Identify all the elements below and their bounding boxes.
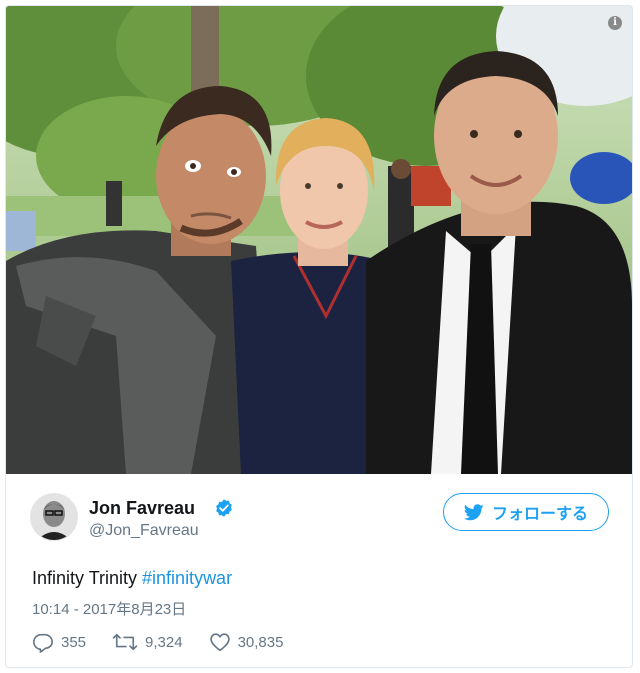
tweet-card: i Jon Favreau @Jon_Favreau フォローする Infini…: [5, 5, 633, 668]
user-handle[interactable]: @Jon_Favreau: [89, 522, 199, 540]
retweet-count: 9,324: [145, 633, 183, 651]
tweet-text: Infinity Trinity #infinitywar: [32, 568, 232, 589]
reply-count: 355: [61, 633, 87, 651]
display-name[interactable]: Jon Favreau: [89, 498, 195, 519]
photo-illustration: [6, 6, 632, 474]
avatar[interactable]: [30, 493, 78, 541]
retweet-button[interactable]: 9,324: [112, 631, 183, 653]
tweet-header: Jon Favreau @Jon_Favreau フォローする: [30, 493, 610, 543]
twitter-bird-icon: [463, 503, 484, 520]
tweet-actions: 355 9,324 30,835: [32, 630, 309, 654]
tweet-text-plain: Infinity Trinity: [32, 568, 143, 588]
follow-button-label: フォローする: [491, 506, 588, 523]
info-icon[interactable]: i: [608, 16, 622, 30]
verified-badge-icon: [216, 499, 232, 517]
follow-button[interactable]: フォローする: [443, 493, 609, 531]
like-button[interactable]: 30,835: [209, 631, 284, 653]
tweet-timestamp[interactable]: 10:14 - 2017年8月23日: [32, 598, 186, 619]
like-count: 30,835: [237, 633, 284, 651]
avatar-image: [31, 494, 77, 540]
reply-button[interactable]: 355: [32, 631, 86, 653]
reply-icon: [33, 633, 53, 653]
tweet-photo[interactable]: i: [6, 6, 632, 474]
heart-icon: [209, 633, 230, 652]
hashtag-link[interactable]: #infinitywar: [142, 568, 232, 588]
retweet-icon: [112, 633, 138, 651]
